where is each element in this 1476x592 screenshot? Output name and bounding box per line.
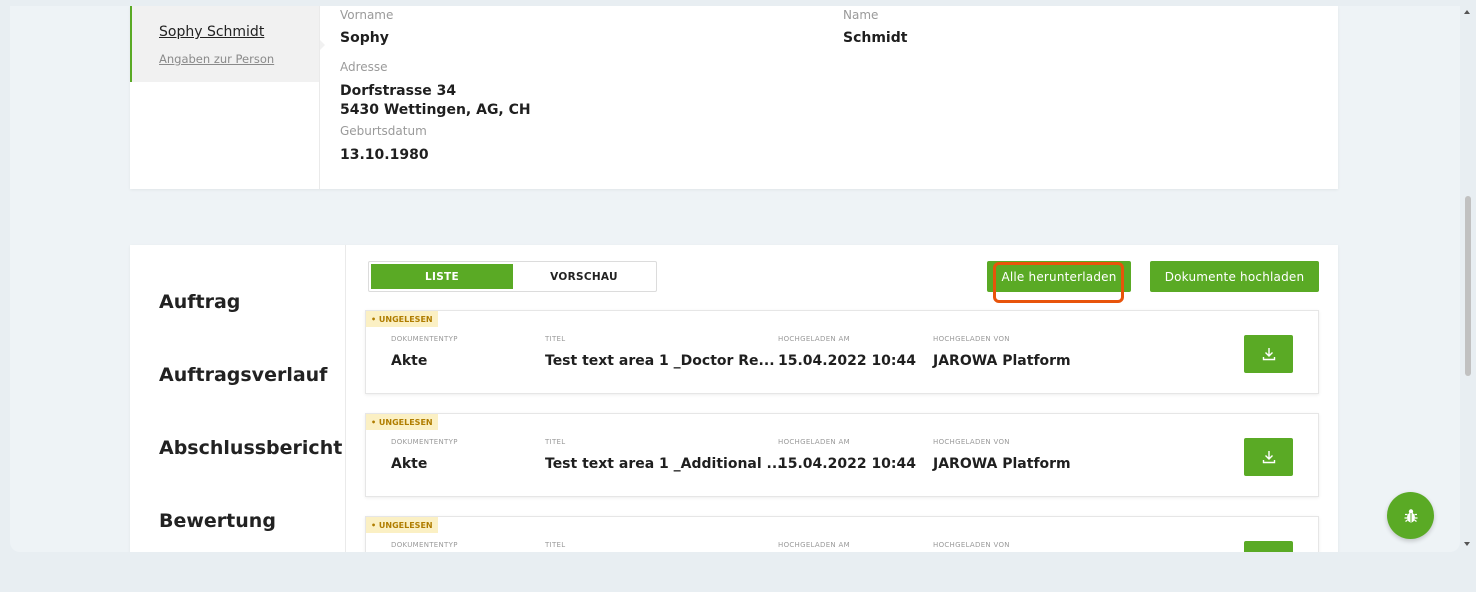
bug-report-button[interactable] bbox=[1387, 492, 1434, 539]
documents-card: Auftrag Auftragsverlauf Abschlussbericht… bbox=[130, 245, 1338, 552]
side-nav: Auftrag Auftragsverlauf Abschlussbericht… bbox=[130, 245, 346, 552]
vorname-label: Vorname bbox=[340, 8, 394, 22]
download-icon bbox=[1262, 348, 1275, 361]
download-button[interactable] bbox=[1244, 438, 1293, 476]
name-value: Schmidt bbox=[843, 30, 908, 46]
col-label-uploaded-by: HOCHGELADEN VON bbox=[933, 438, 1010, 446]
page-viewport: Sophy Schmidt Angaben zur Person Vorname… bbox=[10, 6, 1460, 552]
download-button[interactable] bbox=[1244, 541, 1293, 552]
view-toggle: LISTE VORSCHAU bbox=[368, 261, 657, 292]
adresse-line2: 5430 Wettingen, AG, CH bbox=[340, 102, 531, 118]
col-label-title: TITEL bbox=[545, 438, 566, 446]
scroll-up-arrow-icon[interactable] bbox=[1464, 10, 1470, 14]
scrollbar-thumb[interactable] bbox=[1465, 196, 1471, 376]
nav-item-bewertung[interactable]: Bewertung bbox=[159, 510, 276, 532]
tab-vorschau[interactable]: VORSCHAU bbox=[513, 264, 655, 289]
nav-item-abschlussbericht[interactable]: Abschlussbericht bbox=[159, 437, 342, 459]
divider bbox=[319, 6, 320, 189]
document-type: Akte bbox=[391, 353, 428, 369]
vorname-value: Sophy bbox=[340, 30, 389, 46]
scrollbar[interactable] bbox=[1460, 0, 1476, 552]
nav-item-auftrag[interactable]: Auftrag bbox=[159, 291, 240, 313]
document-uploaded-at: 15.04.2022 10:44 bbox=[778, 456, 917, 472]
upload-documents-button[interactable]: Dokumente hochladen bbox=[1150, 261, 1319, 292]
adresse-label: Adresse bbox=[340, 60, 388, 74]
download-button[interactable] bbox=[1244, 335, 1293, 373]
document-type: Akte bbox=[391, 456, 428, 472]
tab-liste[interactable]: LISTE bbox=[371, 264, 513, 289]
col-label-type: DOKUMENTENTYP bbox=[391, 541, 458, 549]
unread-badge: • UNGELESEN bbox=[366, 517, 438, 533]
bug-icon bbox=[1404, 508, 1417, 522]
col-label-type: DOKUMENTENTYP bbox=[391, 335, 458, 343]
col-label-uploaded-at: HOCHGELADEN AM bbox=[778, 335, 850, 343]
geburtsdatum-label: Geburtsdatum bbox=[340, 124, 427, 138]
col-label-title: TITEL bbox=[545, 541, 566, 549]
scroll-down-arrow-icon[interactable] bbox=[1464, 542, 1470, 546]
person-tab[interactable]: Sophy Schmidt Angaben zur Person bbox=[130, 6, 325, 82]
col-label-type: DOKUMENTENTYP bbox=[391, 438, 458, 446]
download-icon bbox=[1262, 451, 1275, 464]
name-label: Name bbox=[843, 8, 879, 22]
col-label-uploaded-by: HOCHGELADEN VON bbox=[933, 541, 1010, 549]
document-uploaded-at: 15.04.2022 10:44 bbox=[778, 353, 917, 369]
person-card: Sophy Schmidt Angaben zur Person Vorname… bbox=[130, 6, 1338, 189]
col-label-uploaded-at: HOCHGELADEN AM bbox=[778, 541, 850, 549]
person-tab-subtitle[interactable]: Angaben zur Person bbox=[159, 52, 274, 66]
document-uploaded-by: JAROWA Platform bbox=[933, 353, 1071, 369]
col-label-title: TITEL bbox=[545, 335, 566, 343]
person-tab-name[interactable]: Sophy Schmidt bbox=[159, 24, 264, 40]
document-title: Test text area 1 _Additional ... bbox=[545, 456, 783, 472]
col-label-uploaded-by: HOCHGELADEN VON bbox=[933, 335, 1010, 343]
unread-badge: • UNGELESEN bbox=[366, 311, 438, 327]
document-row[interactable]: • UNGELESEN DOKUMENTENTYP TITEL HOCHGELA… bbox=[365, 413, 1319, 497]
col-label-uploaded-at: HOCHGELADEN AM bbox=[778, 438, 850, 446]
adresse-line1: Dorfstrasse 34 bbox=[340, 83, 457, 99]
document-row[interactable]: • UNGELESEN DOKUMENTENTYP TITEL HOCHGELA… bbox=[365, 516, 1319, 552]
document-title: Test text area 1 _Doctor Re... bbox=[545, 353, 775, 369]
geburtsdatum-value: 13.10.1980 bbox=[340, 147, 429, 163]
unread-badge: • UNGELESEN bbox=[366, 414, 438, 430]
document-uploaded-by: JAROWA Platform bbox=[933, 456, 1071, 472]
nav-item-auftragsverlauf[interactable]: Auftragsverlauf bbox=[159, 364, 327, 386]
download-all-button[interactable]: Alle herunterladen bbox=[987, 261, 1131, 292]
document-row[interactable]: • UNGELESEN DOKUMENTENTYP TITEL HOCHGELA… bbox=[365, 310, 1319, 394]
